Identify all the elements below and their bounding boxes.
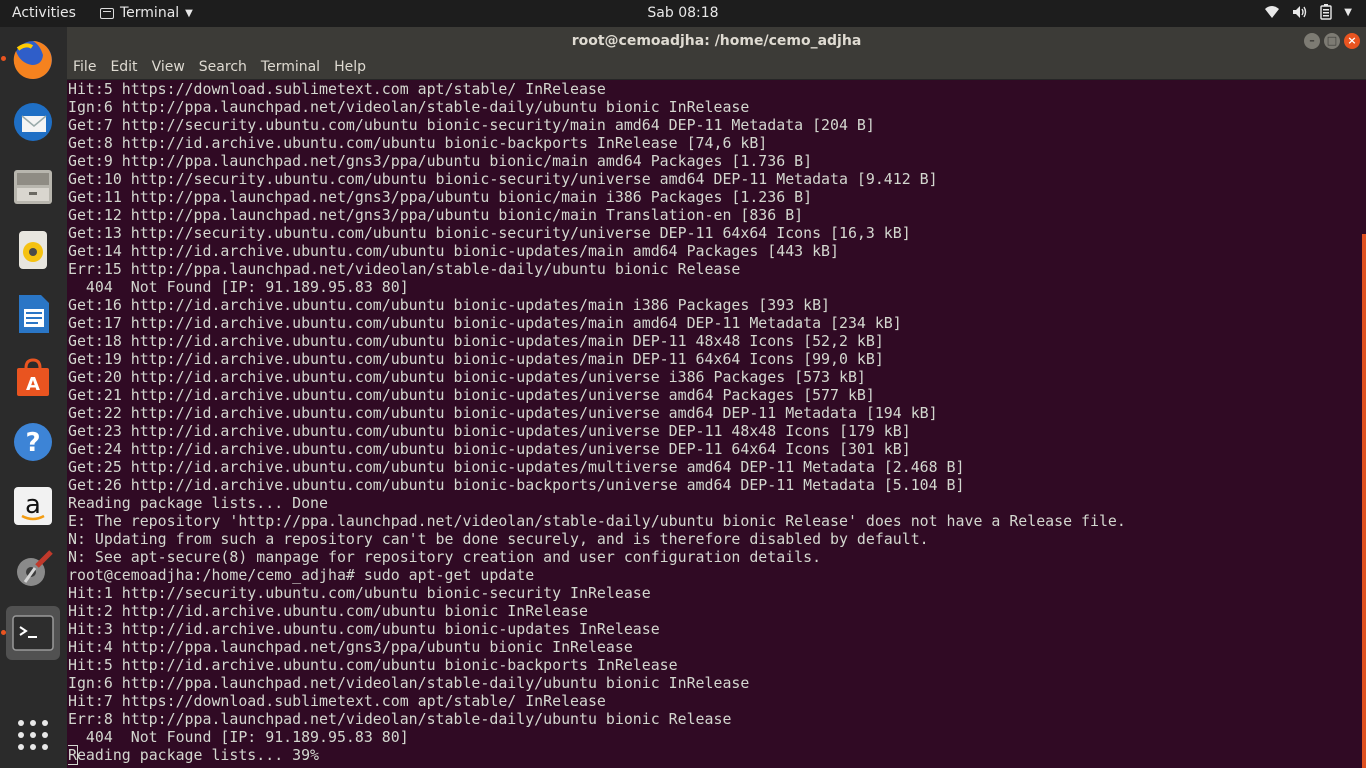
dock: A ? a	[0, 27, 67, 768]
menu-view[interactable]: View	[146, 59, 191, 75]
terminal-line: Get:10 http://security.ubuntu.com/ubuntu…	[68, 170, 938, 188]
volume-icon	[1293, 6, 1307, 18]
terminal-line: Hit:7 https://download.sublimetext.com a…	[68, 692, 606, 710]
app-menu-label: Terminal	[120, 5, 180, 21]
terminal-icon	[12, 615, 54, 651]
maximize-button[interactable]: □	[1324, 33, 1340, 49]
dock-rhythmbox[interactable]	[6, 223, 60, 277]
firefox-icon	[13, 41, 52, 79]
terminal-line: 404 Not Found [IP: 91.189.95.83 80]	[68, 278, 409, 296]
dock-settings[interactable]	[6, 543, 60, 597]
window-title: root@cemoadjha: /home/cemo_adjha	[571, 33, 862, 49]
menu-search[interactable]: Search	[193, 59, 253, 75]
terminal-line: Get:14 http://id.archive.ubuntu.com/ubun…	[68, 242, 839, 260]
terminal-line: Get:7 http://security.ubuntu.com/ubuntu …	[68, 116, 875, 134]
terminal-line: Err:8 http://ppa.launchpad.net/videolan/…	[68, 710, 732, 728]
dock-terminal[interactable]	[6, 606, 60, 660]
terminal-line: Reading package lists... 39%	[68, 745, 1354, 765]
dock-thunderbird[interactable]	[6, 95, 60, 149]
terminal-line: Get:23 http://id.archive.ubuntu.com/ubun…	[68, 422, 911, 440]
document-icon	[19, 295, 49, 333]
terminal-line: Get:22 http://id.archive.ubuntu.com/ubun…	[68, 404, 938, 422]
terminal-line: root@cemoadjha:/home/cemo_adjha# sudo ap…	[68, 566, 535, 584]
chevron-down-icon: ▼	[185, 7, 193, 19]
terminal-window: root@cemoadjha: /home/cemo_adjha – □ × F…	[67, 27, 1366, 768]
terminal-line: 404 Not Found [IP: 91.189.95.83 80]	[68, 728, 409, 746]
terminal-line: Reading package lists... Done	[68, 494, 328, 512]
help-icon: ?	[14, 423, 52, 461]
terminal-line: Get:9 http://ppa.launchpad.net/gns3/ppa/…	[68, 152, 813, 170]
terminal-line: Hit:5 https://download.sublimetext.com a…	[68, 80, 606, 98]
menu-help[interactable]: Help	[328, 59, 372, 75]
close-button[interactable]: ×	[1344, 33, 1360, 49]
dock-writer[interactable]	[6, 287, 60, 341]
terminal-line: Hit:1 http://security.ubuntu.com/ubuntu …	[68, 584, 651, 602]
terminal-line: Get:26 http://id.archive.ubuntu.com/ubun…	[68, 476, 965, 494]
scrollbar[interactable]	[1362, 234, 1366, 768]
terminal-line: N: See apt-secure(8) manpage for reposit…	[68, 548, 822, 566]
terminal-line: Get:11 http://ppa.launchpad.net/gns3/ppa…	[68, 188, 813, 206]
show-applications-button[interactable]	[6, 708, 60, 762]
minimize-button[interactable]: –	[1304, 33, 1320, 49]
battery-icon	[1320, 4, 1332, 20]
menu-edit[interactable]: Edit	[104, 59, 143, 75]
rhythmbox-icon	[19, 231, 47, 269]
terminal-line: Get:25 http://id.archive.ubuntu.com/ubun…	[68, 458, 965, 476]
terminal-line: Get:17 http://id.archive.ubuntu.com/ubun…	[68, 314, 902, 332]
terminal-app-icon	[100, 7, 114, 19]
svg-text:A: A	[26, 374, 40, 395]
terminal-line: Get:21 http://id.archive.ubuntu.com/ubun…	[68, 386, 875, 404]
settings-icon	[17, 550, 53, 586]
system-status-menu[interactable]: ▼	[1264, 4, 1352, 20]
window-titlebar[interactable]: root@cemoadjha: /home/cemo_adjha – □ ×	[67, 27, 1366, 55]
app-grid-icon	[18, 720, 48, 750]
menu-file[interactable]: File	[67, 59, 102, 75]
terminal-line: Hit:2 http://id.archive.ubuntu.com/ubunt…	[68, 602, 588, 620]
terminal-line: N: Updating from such a repository can't…	[68, 530, 929, 548]
terminal-line: Get:16 http://id.archive.ubuntu.com/ubun…	[68, 296, 831, 314]
terminal-output[interactable]: Hit:5 https://download.sublimetext.com a…	[68, 80, 1354, 768]
terminal-line: Get:20 http://id.archive.ubuntu.com/ubun…	[68, 368, 866, 386]
svg-text:?: ?	[25, 428, 40, 458]
software-center-icon: A	[17, 358, 49, 396]
dock-files[interactable]	[6, 159, 60, 213]
dock-software[interactable]: A	[6, 351, 60, 405]
chevron-down-icon: ▼	[1344, 6, 1352, 18]
menu-terminal[interactable]: Terminal	[255, 59, 326, 75]
terminal-line: Get:12 http://ppa.launchpad.net/gns3/ppa…	[68, 206, 804, 224]
menu-bar: File Edit View Search Terminal Help	[67, 55, 1366, 80]
dock-help[interactable]: ?	[6, 415, 60, 469]
file-manager-icon	[14, 170, 52, 204]
activities-button[interactable]: Activities	[12, 5, 76, 21]
terminal-line: Get:8 http://id.archive.ubuntu.com/ubunt…	[68, 134, 768, 152]
terminal-cursor: R	[68, 745, 78, 765]
wifi-icon	[1265, 6, 1280, 18]
terminal-line: Hit:4 http://ppa.launchpad.net/gns3/ppa/…	[68, 638, 633, 656]
app-menu[interactable]: Terminal ▼	[100, 5, 193, 21]
amazon-icon: a	[14, 487, 52, 525]
terminal-line: Hit:5 http://id.archive.ubuntu.com/ubunt…	[68, 656, 678, 674]
terminal-line: Get:24 http://id.archive.ubuntu.com/ubun…	[68, 440, 911, 458]
terminal-line: Get:19 http://id.archive.ubuntu.com/ubun…	[68, 350, 884, 368]
terminal-line: Ign:6 http://ppa.launchpad.net/videolan/…	[68, 98, 750, 116]
terminal-line: Hit:3 http://id.archive.ubuntu.com/ubunt…	[68, 620, 660, 638]
terminal-line: Get:13 http://security.ubuntu.com/ubuntu…	[68, 224, 911, 242]
dock-amazon[interactable]: a	[6, 479, 60, 533]
terminal-line-text: eading package lists... 39%	[76, 746, 320, 764]
clock[interactable]: Sab 08:18	[647, 5, 718, 21]
thunderbird-icon	[14, 103, 52, 141]
dock-firefox[interactable]	[6, 33, 60, 87]
svg-text:a: a	[25, 490, 41, 520]
terminal-line: Err:15 http://ppa.launchpad.net/videolan…	[68, 260, 741, 278]
terminal-line: Get:18 http://id.archive.ubuntu.com/ubun…	[68, 332, 884, 350]
terminal-line: E: The repository 'http://ppa.launchpad.…	[68, 512, 1126, 530]
top-bar: Activities Terminal ▼ Sab 08:18 ▼	[0, 0, 1366, 27]
terminal-line: Ign:6 http://ppa.launchpad.net/videolan/…	[68, 674, 750, 692]
